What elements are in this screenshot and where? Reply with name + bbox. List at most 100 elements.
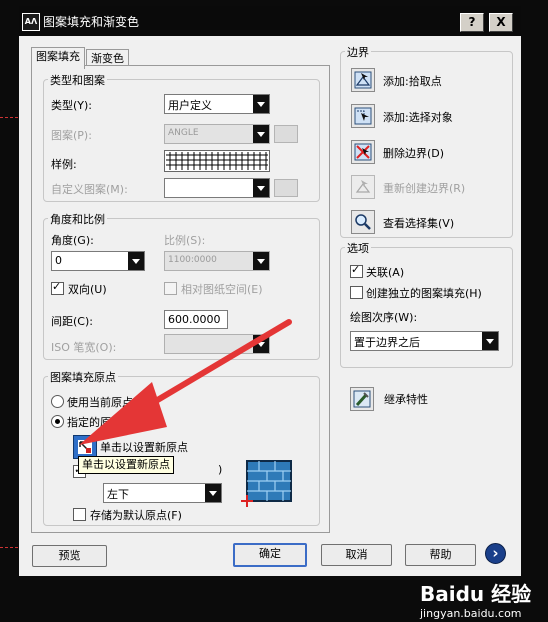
pattern-select[interactable]: ANGLE [164, 124, 270, 144]
ok-button[interactable]: 确定 [233, 543, 307, 567]
view-selection-button[interactable] [351, 210, 375, 234]
add-pick-point-label: 添加:拾取点 [383, 75, 442, 88]
boundary-group: 边界 添加:拾取点 添加:选择对象 删除边界(D) 重新创建边界(R) 查看选择… [340, 44, 513, 238]
chevron-right-icon: › [492, 544, 499, 562]
help-button-bottom[interactable]: 帮助 [405, 544, 476, 566]
specified-origin-label: 指定的原点 [67, 416, 122, 429]
scale-select[interactable]: 1100:0000 [164, 251, 270, 271]
separate-hatch-checkbox[interactable] [350, 286, 363, 299]
pattern-swatch[interactable] [164, 150, 270, 172]
iso-pen-label: ISO 笔宽(O): [51, 341, 117, 354]
pick-origin-icon [78, 440, 92, 454]
select-objects-icon [354, 107, 372, 125]
options-group: 选项 关联(A) 创建独立的图案填充(H) 绘图次序(W): 置于边界之后 [340, 240, 513, 368]
custom-pattern-label: 自定义图案(M): [51, 183, 128, 196]
boundary-title: 边界 [345, 44, 371, 60]
chevron-down-icon [128, 252, 144, 270]
close-button[interactable]: X [489, 13, 513, 32]
pattern-browse-button[interactable] [274, 125, 298, 143]
magnifier-icon [355, 214, 371, 230]
chevron-down-icon [253, 125, 269, 143]
window-title: 图案填充和渐变色 [43, 15, 140, 29]
brush-icon [353, 390, 371, 408]
recreate-boundary-label: 重新创建边界(R) [383, 182, 466, 195]
draw-order-value: 置于边界之后 [354, 336, 420, 349]
type-select[interactable]: 用户定义 [164, 94, 270, 114]
remove-boundary-button[interactable] [351, 140, 375, 164]
cancel-button[interactable]: 取消 [321, 544, 392, 566]
pattern-select-value: ANGLE [168, 128, 199, 138]
angle-label: 角度(G): [51, 234, 94, 247]
iso-pen-select[interactable] [164, 334, 270, 354]
current-origin-label: 使用当前原点(T) [67, 396, 149, 409]
separate-hatch-label: 创建独立的图案填充(H) [366, 287, 482, 300]
draw-order-select[interactable]: 置于边界之后 [350, 331, 499, 351]
spacing-label: 间距(C): [51, 315, 93, 328]
angle-scale-group: 角度和比例 角度(G): 比例(S): 0 1100:0000 双向(U) 相对… [43, 211, 320, 360]
spacing-value: 600.0000 [168, 313, 221, 326]
remove-boundary-icon [354, 143, 372, 161]
hatch-origin-group: 图案填充原点 使用当前原点(T) 指定的原点 单击以设置新原点 ) 左下 存储为… [43, 369, 320, 526]
add-select-objects-button[interactable] [351, 104, 375, 128]
hatch-origin-title: 图案填充原点 [48, 369, 118, 385]
chevron-down-icon [253, 179, 269, 197]
help-button[interactable]: ? [460, 13, 484, 32]
set-origin-tooltip: 单击以设置新原点 [78, 456, 174, 474]
scale-label: 比例(S): [164, 234, 206, 247]
inherit-properties-label: 继承特性 [384, 393, 428, 406]
double-label: 双向(U) [68, 283, 107, 296]
store-default-label: 存储为默认原点(F) [90, 509, 182, 522]
watermark-brand: Baidu 经验 [420, 582, 532, 606]
pattern-label: 图案(P): [51, 129, 92, 142]
add-select-objects-label: 添加:选择对象 [383, 111, 453, 124]
origin-position-select[interactable]: 左下 [103, 483, 222, 503]
type-select-value: 用户定义 [168, 99, 212, 112]
default-extent-suffix: ) [218, 463, 223, 476]
custom-pattern-select[interactable] [164, 178, 270, 198]
paper-space-label: 相对图纸空间(E) [181, 283, 263, 296]
draw-order-label: 绘图次序(W): [350, 311, 418, 324]
current-origin-radio[interactable] [51, 395, 64, 408]
pick-point-icon [354, 71, 372, 89]
hatch-dialog: AΛ 图案填充和渐变色 ? X 图案填充 渐变色 类型和图案 类型(Y): 用户… [19, 6, 521, 576]
preview-button[interactable]: 预览 [32, 545, 107, 567]
custom-browse-button[interactable] [274, 179, 298, 197]
guide-line-top [0, 117, 18, 118]
chevron-down-icon [205, 484, 221, 502]
view-selection-label: 查看选择集(V) [383, 217, 455, 230]
associative-label: 关联(A) [366, 266, 405, 279]
inherit-properties-button[interactable] [350, 387, 374, 411]
type-label: 类型(Y): [51, 99, 93, 112]
scale-value: 1100:0000 [168, 255, 217, 265]
chevron-down-icon [482, 332, 498, 350]
origin-preview-icon [241, 460, 292, 507]
title-bar[interactable]: AΛ 图案填充和渐变色 ? X [19, 6, 521, 36]
options-title: 选项 [345, 240, 371, 256]
app-icon: AΛ [22, 13, 40, 31]
recreate-boundary-button[interactable] [351, 175, 375, 199]
add-pick-point-button[interactable] [351, 68, 375, 92]
origin-position-value: 左下 [107, 488, 129, 501]
remove-boundary-label: 删除边界(D) [383, 147, 445, 160]
type-pattern-title: 类型和图案 [48, 72, 107, 88]
guide-line-bottom [0, 547, 18, 548]
recreate-boundary-icon [355, 180, 371, 193]
tab-hatch[interactable]: 图案填充 [31, 47, 85, 69]
chevron-down-icon [253, 95, 269, 113]
angle-scale-title: 角度和比例 [48, 211, 107, 227]
chevron-down-icon [253, 335, 269, 353]
type-pattern-group: 类型和图案 类型(Y): 用户定义 图案(P): ANGLE 样例: 自定义图案… [43, 72, 320, 202]
more-options-button[interactable]: › [485, 543, 506, 564]
angle-value: 0 [55, 254, 62, 267]
paper-space-checkbox[interactable] [164, 282, 177, 295]
watermark-url: jingyan.baidu.com [420, 607, 522, 620]
chevron-down-icon [253, 252, 269, 270]
hatch-tab-panel: 类型和图案 类型(Y): 用户定义 图案(P): ANGLE 样例: 自定义图案… [31, 65, 330, 533]
double-checkbox[interactable] [51, 280, 64, 295]
spacing-input[interactable]: 600.0000 [164, 310, 228, 329]
associative-checkbox[interactable] [350, 263, 363, 278]
store-default-checkbox[interactable] [73, 508, 86, 521]
specified-origin-radio[interactable] [51, 415, 64, 428]
swatch-label: 样例: [51, 158, 77, 171]
angle-select[interactable]: 0 [51, 251, 145, 271]
